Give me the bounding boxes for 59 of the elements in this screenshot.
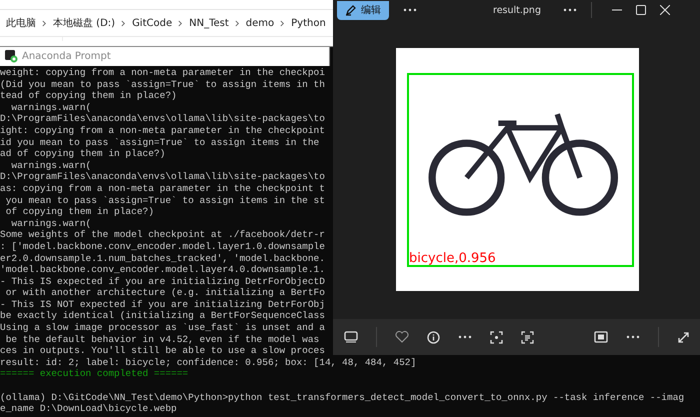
- expand-icon[interactable]: [677, 330, 690, 344]
- breadcrumb-item[interactable]: 此电脑: [6, 16, 36, 30]
- text-scan-icon[interactable]: [521, 330, 534, 344]
- terminal-line: e_name D:\DownLoad\bicycle.webp: [0, 403, 177, 415]
- pen-icon: [345, 4, 357, 16]
- terminal-line: (Did you mean to pass `assign=True` to assign items in th: [0, 78, 325, 90]
- filmstrip-icon[interactable]: [344, 331, 358, 343]
- terminal-line: warnings.warn(: [10, 218, 92, 230]
- terminal-line: as: copying from a non-meta parameter in the checkpoint t: [0, 182, 325, 195]
- terminal-line: warnings.warn(: [10, 102, 92, 114]
- terminal-line: D:\ProgramFiles\anaconda\envs\ollama\lib\site-packages\to: [0, 171, 325, 183]
- chevron-icon: [121, 20, 126, 26]
- breadcrumb-item[interactable]: 本地磁盘 (D:): [53, 16, 116, 30]
- terminal-line: - This IS expected if you are initializing DetrForObjectD: [0, 276, 325, 288]
- terminal-line: er2.0.downsample.1.num_batches_tracked', 'model.backbone.: [0, 252, 325, 264]
- chevron-icon: [280, 20, 286, 26]
- terminal-line: of copying them in place?): [4, 206, 154, 218]
- maximize-icon[interactable]: [636, 5, 646, 15]
- terminal-line: you mean to pass `assign=True` to assign items in the st: [4, 194, 325, 206]
- terminal-line: be exactly identical (initializing a BertForSequenceClass: [0, 310, 325, 322]
- terminal-line: ====== execution completed ======: [0, 368, 188, 380]
- terminal-line: 'model.backbone.conv_encoder.model.layer4.0.downsample.1.: [0, 264, 325, 276]
- edit-button[interactable]: 编辑: [337, 0, 389, 20]
- focus-icon[interactable]: [490, 330, 503, 344]
- more-icon[interactable]: [458, 335, 472, 339]
- chevron-icon: [178, 20, 184, 26]
- heart-icon[interactable]: [395, 331, 409, 343]
- more-icon[interactable]: [403, 8, 417, 12]
- chevron-icon: [42, 20, 47, 26]
- terminal-line: Using a slow image processor as `use_fast` is unset and a: [0, 322, 325, 334]
- terminal-line: be the default behavior in v4.52, even if the model was: [4, 334, 320, 346]
- terminal-line: Some weights of the model checkpoint at ./facebook/detr-r: [0, 229, 325, 241]
- terminal-line: ces in outputs. You'll still be able to use a slow proces: [0, 345, 325, 357]
- more-icon[interactable]: [562, 8, 577, 12]
- breadcrumb-item[interactable]: demo: [246, 18, 274, 28]
- info-icon[interactable]: [427, 330, 440, 344]
- chevron-icon: [234, 20, 240, 26]
- window-title: Anaconda Prompt: [22, 51, 111, 62]
- terminal-line: result: id: 2; label: bicycle; confidence: 0.956; box: [14, 48, 484, 452]: [0, 356, 416, 368]
- window-title: result.png: [493, 4, 541, 16]
- terminal-line: or with another architecture (e.g. initializing a BertFo: [4, 287, 325, 299]
- breadcrumb-item[interactable]: Python: [291, 18, 326, 28]
- terminal-line: id you mean to pass `assign=True` to assign items in the: [0, 136, 320, 148]
- fit-screen-icon[interactable]: [594, 331, 608, 343]
- terminal-line: D:\ProgramFiles\anaconda\envs\ollama\lib\site-packages\to: [0, 113, 325, 125]
- detection-label: bicycle,0.956: [409, 252, 496, 264]
- terminal-line: - This IS NOT expected if you are initializing DetrForObj: [0, 298, 325, 310]
- terminal-line: : ['model.backbone.conv_encoder.model.layer1.0.downsample: [0, 240, 325, 252]
- terminal-icon: [5, 50, 18, 63]
- terminal-line: weight: copying from a non-meta parameter in the checkpoi: [0, 67, 325, 79]
- close-icon[interactable]: [660, 5, 670, 15]
- more-icon[interactable]: [626, 335, 640, 339]
- terminal-line: ad of copying them in place?): [0, 148, 166, 160]
- terminal-line: (ollama) D:\GitCode\NN_Test\demo\Python>python test_transformers_detect_model_convert_to_onnx.py --task inference --imag: [0, 392, 684, 404]
- terminal-line: warnings.warn(: [10, 160, 92, 172]
- terminal-line: ight: copying from a non-meta parameter in the checkpoint: [0, 124, 325, 137]
- terminal-line: tead of copying them in place?): [0, 90, 177, 102]
- breadcrumb-item[interactable]: GitCode: [132, 18, 172, 28]
- breadcrumb-item[interactable]: NN_Test: [189, 18, 229, 28]
